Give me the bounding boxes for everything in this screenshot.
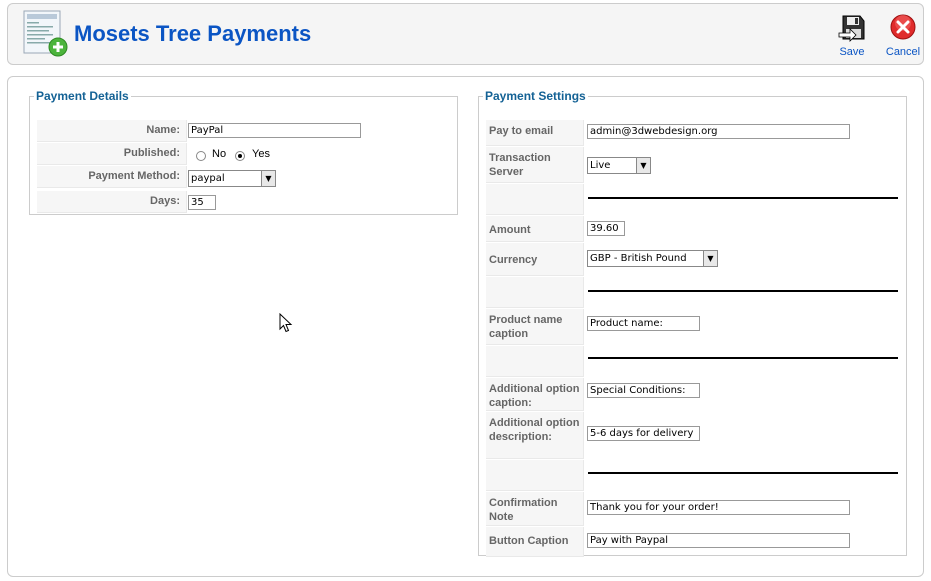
currency-value: GBP - British Pound [590,253,687,264]
spacer-cell [486,460,584,491]
floppy-disk-icon [838,15,865,42]
payment-details-fieldset: Payment Details Name: PayPal Published: … [29,89,458,215]
transaction-server-select[interactable]: Live ▼ [587,157,651,174]
button-caption-label: Button Caption [486,527,584,557]
published-yes-label: Yes [252,148,270,160]
button-caption-input[interactable]: Pay with Paypal [587,533,850,548]
spacer-cell [486,184,584,215]
cancel-label: Cancel [885,46,921,58]
payment-details-legend: Payment Details [36,89,129,103]
additional-option-caption-label: Additional option caption: [486,378,584,411]
name-input[interactable]: PayPal [188,123,361,138]
cancel-button[interactable]: Cancel [881,13,925,63]
published-label: Published: [37,143,187,165]
pay-to-email-label: Pay to email [486,120,584,146]
divider [588,290,898,292]
additional-option-description-input[interactable]: 5-6 days for delivery [587,426,700,441]
currency-label: Currency [486,243,584,276]
confirmation-note-label: Confirmation Note [486,492,584,526]
days-input[interactable]: 35 [188,195,216,210]
spacer-cell [486,277,584,308]
payment-method-select[interactable]: paypal ▼ [188,170,276,187]
product-name-caption-label: Product name caption [486,309,584,345]
payment-method-value: paypal [191,173,225,184]
name-label: Name: [37,120,187,142]
product-name-caption-input[interactable]: Product name: [587,316,700,331]
amount-input[interactable]: 39.60 [587,221,625,236]
chevron-down-icon: ▼ [703,251,717,266]
published-yes-radio[interactable] [235,151,245,161]
cancel-icon [890,14,916,40]
transaction-server-label: Transaction Server [486,147,584,183]
document-add-icon [23,10,68,57]
currency-select[interactable]: GBP - British Pound ▼ [587,250,718,267]
additional-option-description-label: Additional option description: [486,412,584,459]
divider [588,472,898,474]
days-label: Days: [37,191,187,213]
save-button[interactable]: Save [830,13,874,63]
save-label: Save [839,46,865,58]
spacer-cell [486,346,584,377]
mouse-pointer-icon [279,313,293,333]
chevron-down-icon: ▼ [261,171,275,186]
content-panel: Payment Details Name: PayPal Published: … [7,76,924,577]
payment-method-label: Payment Method: [37,166,187,188]
payment-settings-fieldset: Payment Settings Pay to email admin@3dwe… [478,89,907,557]
toolbar: Mosets Tree Payments Save Cancel [7,3,924,65]
additional-option-caption-input[interactable]: Special Conditions: [587,383,700,398]
chevron-down-icon: ▼ [636,158,650,173]
divider [588,197,898,199]
payment-settings-legend: Payment Settings [485,89,586,103]
confirmation-note-input[interactable]: Thank you for your order! [587,500,850,515]
published-no-radio[interactable] [196,151,206,161]
transaction-server-value: Live [590,160,611,171]
pay-to-email-input[interactable]: admin@3dwebdesign.org [587,124,850,139]
published-no-label: No [212,148,227,160]
amount-label: Amount [486,216,584,242]
page-title: Mosets Tree Payments [74,21,312,46]
divider [588,357,898,359]
